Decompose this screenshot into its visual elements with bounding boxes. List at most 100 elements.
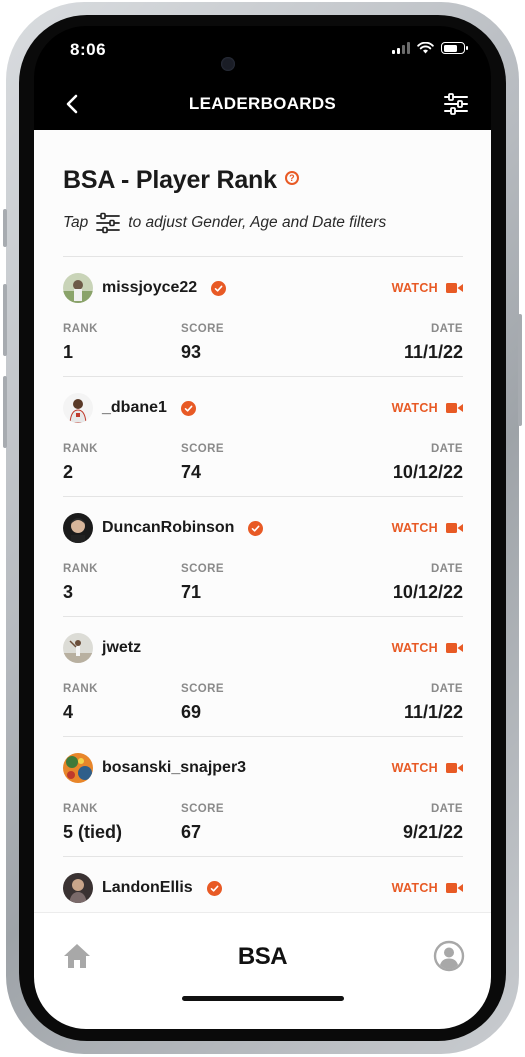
- rank-value: 4: [63, 702, 74, 722]
- avatar: [63, 873, 93, 903]
- score-value: 67: [181, 822, 202, 842]
- header-title: LEADERBOARDS: [188, 94, 337, 113]
- watch-button[interactable]: WATCH: [392, 521, 463, 535]
- rank-label: RANK: [63, 323, 98, 335]
- home-indicator[interactable]: [182, 996, 344, 1001]
- avatar: [63, 393, 93, 423]
- list-item[interactable]: _dbane1 WATCH RANK SCORE DATE 2 74 10/12…: [63, 376, 463, 496]
- user-info[interactable]: bosanski_snajper3: [63, 753, 246, 783]
- verified-check-icon: [248, 520, 264, 536]
- date-label: DATE: [430, 803, 463, 815]
- video-camera-icon: [446, 523, 463, 533]
- hint-prefix: Tap: [63, 214, 89, 231]
- video-camera-icon: [446, 883, 463, 893]
- date-label: DATE: [430, 443, 463, 455]
- silent-switch: [3, 209, 7, 247]
- content-area: BSA - Player Rank ? Tap to adjust Gender…: [34, 130, 491, 930]
- watch-button[interactable]: WATCH: [392, 761, 463, 775]
- date-label: DATE: [430, 563, 463, 575]
- watch-button[interactable]: WATCH: [392, 281, 463, 295]
- rank-label: RANK: [63, 683, 98, 695]
- volume-up-button: [3, 284, 7, 356]
- rank-value: 5 (tied): [63, 822, 123, 842]
- username: LandonEllis: [102, 879, 193, 896]
- date-label: DATE: [430, 323, 463, 335]
- front-camera: [221, 57, 235, 71]
- username: missjoyce22: [102, 279, 198, 296]
- page-title: BSA - Player Rank ?: [63, 166, 299, 195]
- list-item[interactable]: jwetz WATCH RANK SCORE DATE 4 69 11/1/22: [63, 616, 463, 736]
- profile-icon[interactable]: [433, 940, 465, 972]
- username: jwetz: [102, 639, 142, 656]
- score-value: 93: [181, 342, 202, 362]
- video-camera-icon: [446, 763, 463, 773]
- username: bosanski_snajper3: [102, 759, 247, 776]
- bottom-tab-bar: BSA: [34, 912, 491, 1029]
- rank-label: RANK: [63, 803, 98, 815]
- score-value: 71: [181, 582, 202, 602]
- user-info[interactable]: DuncanRobinson: [63, 513, 264, 543]
- watch-button[interactable]: WATCH: [392, 641, 463, 655]
- watch-button[interactable]: WATCH: [392, 881, 463, 895]
- rank-label: RANK: [63, 443, 98, 455]
- brand-logo[interactable]: BSA: [34, 943, 491, 971]
- user-info[interactable]: LandonEllis: [63, 873, 222, 903]
- watch-label: WATCH: [391, 641, 438, 655]
- battery-icon: [441, 42, 468, 54]
- user-info[interactable]: _dbane1: [63, 393, 196, 423]
- date-value: 11/1/22: [403, 342, 463, 362]
- date-value: 10/12/22: [392, 462, 463, 482]
- username: _dbane1: [102, 399, 167, 416]
- date-label: DATE: [430, 683, 463, 695]
- power-button: [518, 314, 522, 426]
- score-value: 69: [181, 702, 202, 722]
- app-screen: 8:06 LEADERBOARDS BSA - Player Rank ? Ta…: [34, 26, 491, 1029]
- page-title-text: BSA - Player Rank: [63, 166, 277, 194]
- verified-check-icon: [180, 400, 196, 416]
- verified-check-icon: [206, 880, 222, 896]
- app-header: LEADERBOARDS: [34, 80, 491, 130]
- leaderboard-list: missjoyce22 WATCH RANK SCORE DATE 1 93 1…: [63, 256, 463, 930]
- status-icons: [392, 42, 468, 54]
- score-label: SCORE: [181, 563, 224, 575]
- user-info[interactable]: missjoyce22: [63, 273, 227, 303]
- wifi-icon: [417, 42, 434, 54]
- volume-down-button: [3, 376, 7, 448]
- watch-button[interactable]: WATCH: [392, 401, 463, 415]
- filter-hint: Tap to adjust Gender, Age and Date filte…: [63, 212, 386, 234]
- score-label: SCORE: [181, 443, 224, 455]
- score-value: 74: [181, 462, 202, 482]
- list-item[interactable]: bosanski_snajper3 WATCH RANK SCORE DATE …: [63, 736, 463, 856]
- hint-suffix: to adjust Gender, Age and Date filters: [128, 214, 387, 231]
- score-label: SCORE: [181, 803, 224, 815]
- list-item[interactable]: DuncanRobinson WATCH RANK SCORE DATE 3 7…: [63, 496, 463, 616]
- status-time: 8:06: [70, 40, 107, 59]
- date-value: 9/21/22: [402, 822, 463, 842]
- help-icon[interactable]: ?: [284, 170, 299, 185]
- watch-label: WATCH: [391, 521, 438, 535]
- username: DuncanRobinson: [102, 519, 235, 536]
- watch-label: WATCH: [391, 401, 438, 415]
- date-value: 10/12/22: [392, 582, 463, 602]
- avatar: [63, 633, 93, 663]
- list-item[interactable]: missjoyce22 WATCH RANK SCORE DATE 1 93 1…: [63, 256, 463, 376]
- cellular-signal-icon: [392, 42, 410, 54]
- score-label: SCORE: [181, 683, 224, 695]
- filter-sliders-icon: [96, 212, 121, 234]
- date-value: 11/1/22: [403, 702, 463, 722]
- avatar: [63, 273, 93, 303]
- avatar: [63, 753, 93, 783]
- filter-sliders-icon[interactable]: [443, 92, 469, 116]
- video-camera-icon: [446, 403, 463, 413]
- rank-label: RANK: [63, 563, 98, 575]
- watch-label: WATCH: [391, 881, 438, 895]
- watch-label: WATCH: [391, 761, 438, 775]
- rank-value: 1: [63, 342, 74, 362]
- verified-check-icon: [211, 280, 227, 296]
- rank-value: 3: [63, 582, 74, 602]
- watch-label: WATCH: [391, 281, 438, 295]
- avatar: [63, 513, 93, 543]
- rank-value: 2: [63, 462, 74, 482]
- user-info[interactable]: jwetz: [63, 633, 141, 663]
- video-camera-icon: [446, 283, 463, 293]
